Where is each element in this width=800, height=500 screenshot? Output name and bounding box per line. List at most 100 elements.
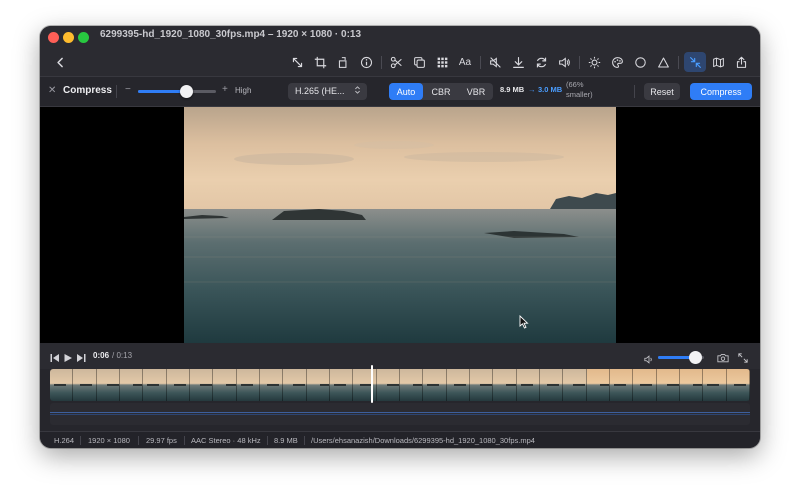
mode-vbr-button[interactable]: VBR	[459, 83, 493, 100]
compress-panel: ✕ Compress − + High H.265 (HE... Auto CB…	[40, 77, 760, 107]
mode-auto-button[interactable]: Auto	[389, 83, 423, 100]
trim-button[interactable]	[388, 54, 404, 70]
duplicate-button[interactable]	[411, 54, 427, 70]
compress-title: Compress	[63, 85, 112, 96]
codec-value: H.265 (HE...	[295, 86, 345, 96]
compress-tool-button[interactable]	[684, 52, 706, 72]
timeline-thumbnail	[586, 369, 610, 401]
thumbnail-island	[427, 384, 440, 386]
thumbnail-island	[54, 384, 66, 386]
share-icon	[736, 56, 746, 68]
timeline-thumbnail	[493, 369, 517, 401]
playhead[interactable]	[371, 365, 373, 403]
audio-track	[50, 403, 750, 425]
thumbnail-island	[80, 384, 93, 386]
share-button[interactable]	[733, 54, 749, 70]
volume-slider[interactable]	[658, 351, 704, 364]
volume-slider-thumb[interactable]	[688, 351, 702, 364]
current-time: 0:06	[93, 351, 110, 360]
playback-controls: 0:06 / 0:13	[40, 343, 760, 369]
thumbnail-island	[266, 384, 279, 386]
timeline-thumbnail	[73, 369, 97, 401]
fullscreen-button[interactable]	[738, 350, 748, 368]
text-button[interactable]: Aa	[457, 54, 473, 70]
status-resolution: 1920 × 1080	[88, 436, 130, 445]
audio-waveform-secondary	[50, 414, 750, 415]
thumbnail-island	[132, 384, 143, 386]
chevron-left-icon	[56, 57, 63, 67]
quality-slider-fill	[138, 90, 187, 93]
camera-icon	[717, 354, 729, 363]
timeline-thumbnail	[656, 369, 680, 401]
status-divider	[267, 436, 268, 445]
download-button[interactable]	[510, 54, 526, 70]
thumbnail-island	[240, 384, 253, 386]
thumbnail-island	[293, 384, 306, 386]
duplicate-icon	[413, 56, 425, 68]
close-window-button[interactable]	[48, 32, 59, 43]
palette-icon	[611, 56, 623, 68]
play-button[interactable]	[63, 350, 73, 368]
quality-slider[interactable]	[138, 85, 216, 98]
filter-button[interactable]	[609, 54, 625, 70]
skip-back-button[interactable]	[50, 350, 60, 368]
mute-icon	[489, 56, 501, 68]
speaker-icon[interactable]	[644, 351, 654, 369]
thumbnail-island	[412, 384, 423, 386]
grid-button[interactable]	[434, 54, 450, 70]
reset-button[interactable]: Reset	[644, 83, 680, 100]
circle-icon	[634, 56, 646, 68]
quality-decrease-button[interactable]: −	[125, 84, 131, 95]
map-icon	[712, 57, 724, 67]
quality-increase-button[interactable]: +	[222, 84, 228, 95]
thumbnail-island	[666, 384, 679, 386]
loop-button[interactable]	[533, 54, 549, 70]
toolbar-divider	[678, 56, 679, 69]
timeline-thumbnail	[96, 369, 120, 401]
thumbnail-island	[319, 384, 329, 386]
video-viewer[interactable]	[40, 107, 760, 343]
toolbar-divider	[381, 56, 382, 69]
timeline[interactable]	[40, 365, 760, 431]
timeline-thumbnail	[236, 369, 260, 401]
timeline-thumbnail	[469, 369, 494, 401]
scissors-icon	[390, 56, 402, 68]
resize-button[interactable]	[289, 54, 305, 70]
status-bar: H.264 1920 × 1080 29.97 fps AAC Stereo ·…	[40, 431, 760, 448]
snapshot-button[interactable]	[717, 350, 729, 368]
thumbnail-island	[640, 384, 653, 386]
timeline-thumbnail	[633, 369, 657, 401]
timeline-thumbnail	[609, 369, 634, 401]
status-fps: 29.97 fps	[146, 436, 177, 445]
crop-button[interactable]	[312, 54, 328, 70]
mute-button[interactable]	[487, 54, 503, 70]
audio-button[interactable]	[556, 54, 572, 70]
close-compress-button[interactable]: ✕	[48, 85, 56, 96]
status-divider	[304, 436, 305, 445]
compress-button[interactable]: Compress	[690, 83, 752, 100]
quality-slider-thumb[interactable]	[180, 85, 194, 98]
map-button[interactable]	[710, 54, 726, 70]
triangle-icon	[657, 57, 669, 67]
rotate-button[interactable]	[335, 54, 351, 70]
info-button[interactable]	[358, 54, 374, 70]
quality-label: High	[235, 86, 252, 95]
thumbnail-strip[interactable]	[50, 369, 750, 401]
timeline-thumbnail	[353, 369, 377, 401]
back-button[interactable]	[52, 54, 68, 70]
status-audio: AAC Stereo · 48 kHz	[191, 436, 261, 445]
thumbnail-island	[226, 384, 236, 386]
minimize-window-button[interactable]	[63, 32, 74, 43]
status-codec: H.264	[54, 436, 75, 445]
timeline-thumbnail	[376, 369, 400, 401]
codec-select[interactable]: H.265 (HE...	[288, 83, 367, 100]
adjust-button[interactable]	[586, 54, 602, 70]
shape-circle-button[interactable]	[632, 54, 648, 70]
mode-cbr-button[interactable]: CBR	[424, 83, 458, 100]
zoom-window-button[interactable]	[78, 32, 89, 43]
video-frame	[184, 107, 616, 343]
skip-forward-button[interactable]	[76, 350, 86, 368]
volume-icon	[558, 56, 570, 68]
rotate-icon	[338, 56, 346, 68]
shape-triangle-button[interactable]	[655, 54, 671, 70]
